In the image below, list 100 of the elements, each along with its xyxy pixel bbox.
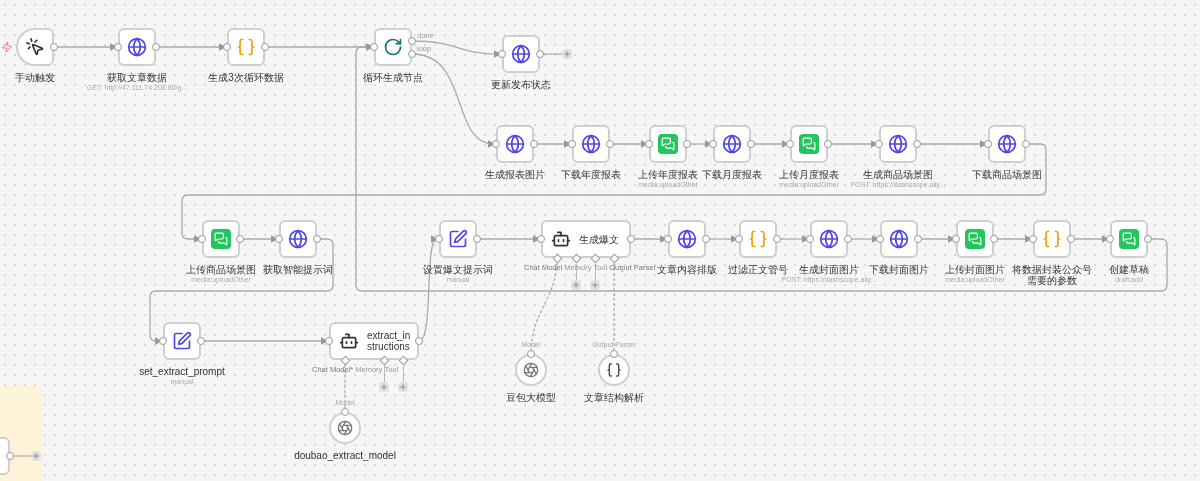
workflow-node[interactable] <box>880 220 918 258</box>
connection-handle[interactable] <box>198 235 206 243</box>
workflow-node[interactable] <box>598 354 630 386</box>
workflow-node[interactable] <box>279 220 317 258</box>
connection-handle[interactable] <box>875 140 883 148</box>
node-title: 生成爆文 <box>579 233 620 245</box>
connection-handle[interactable] <box>735 235 743 243</box>
connection-handle[interactable] <box>159 337 167 345</box>
connection-handle[interactable] <box>527 350 535 358</box>
connection-handle[interactable] <box>664 235 672 243</box>
workflow-node[interactable] <box>988 125 1026 163</box>
workflow-node[interactable] <box>790 125 828 163</box>
workflow-node[interactable] <box>502 35 540 73</box>
globe-icon <box>819 229 839 249</box>
node-title: 生成封面图片 <box>799 264 859 275</box>
pen-square-icon <box>172 331 192 351</box>
workflow-node[interactable] <box>810 220 848 258</box>
workflow-node[interactable] <box>374 28 412 66</box>
add-button[interactable] <box>379 382 389 392</box>
connection-handle[interactable] <box>747 140 755 148</box>
connection-handle[interactable] <box>415 337 423 345</box>
node-title: 上传年度报表 <box>638 169 698 180</box>
connection-handle[interactable] <box>341 408 349 416</box>
add-button[interactable] <box>31 451 41 461</box>
connection-handle[interactable] <box>473 235 481 243</box>
connection-handle[interactable] <box>1029 235 1037 243</box>
connection-handle[interactable] <box>709 140 717 148</box>
connection-handle[interactable] <box>6 452 14 460</box>
connection-handle[interactable] <box>627 235 635 243</box>
connection-handle[interactable] <box>435 235 443 243</box>
workflow-node[interactable] <box>649 125 687 163</box>
connection-handle[interactable] <box>492 140 500 148</box>
connection-handle[interactable] <box>702 235 710 243</box>
add-button[interactable] <box>562 49 572 59</box>
add-button[interactable] <box>590 280 600 290</box>
connection-handle[interactable] <box>537 235 545 243</box>
node-title: 下载月度报表 <box>702 169 762 180</box>
connection-handle[interactable] <box>824 140 832 148</box>
connection-handle[interactable] <box>645 140 653 148</box>
connection-handle[interactable] <box>152 43 160 51</box>
connection-handle[interactable] <box>498 50 506 58</box>
connection-handle[interactable] <box>1067 235 1075 243</box>
workflow-node[interactable] <box>118 28 156 66</box>
connection-handle[interactable] <box>610 350 618 358</box>
cursor-click-icon <box>25 37 45 57</box>
connection-handle[interactable] <box>275 235 283 243</box>
connection-handle[interactable] <box>876 235 884 243</box>
connection-handle[interactable] <box>1022 140 1030 148</box>
node-title: 下载封面图片 <box>869 264 929 275</box>
workflow-node[interactable]: 生成爆文 <box>541 220 631 258</box>
connection-handle[interactable] <box>913 140 921 148</box>
workflow-node[interactable] <box>1110 220 1148 258</box>
workflow-node[interactable] <box>515 354 547 386</box>
connection-handle[interactable] <box>536 50 544 58</box>
node-title: doubao_extract_model <box>294 450 396 461</box>
connection-handle[interactable] <box>197 337 205 345</box>
connection-handle[interactable] <box>261 43 269 51</box>
workflow-node[interactable] <box>1033 220 1071 258</box>
connection-handle[interactable] <box>568 140 576 148</box>
workflow-node[interactable] <box>956 220 994 258</box>
workflow-node[interactable] <box>496 125 534 163</box>
connection-handle[interactable] <box>683 140 691 148</box>
globe-icon <box>677 229 697 249</box>
connection-handle[interactable] <box>313 235 321 243</box>
connection-handle[interactable] <box>1144 235 1152 243</box>
connection-handle[interactable] <box>236 235 244 243</box>
workflow-node[interactable] <box>668 220 706 258</box>
connection-handle[interactable] <box>1106 235 1114 243</box>
chat-bubbles-icon <box>1119 229 1139 249</box>
connection-handle[interactable] <box>50 43 58 51</box>
connection-handle[interactable] <box>370 43 378 51</box>
workflow-node[interactable] <box>16 28 54 66</box>
connection-handle[interactable] <box>952 235 960 243</box>
chat-bubbles-icon <box>658 134 678 154</box>
workflow-node[interactable] <box>572 125 610 163</box>
node-title: 更新发布状态 <box>491 79 551 90</box>
connection-handle[interactable] <box>530 140 538 148</box>
connection-handle[interactable] <box>914 235 922 243</box>
add-button[interactable] <box>571 280 581 290</box>
workflow-node[interactable] <box>879 125 917 163</box>
connection-handle[interactable] <box>114 43 122 51</box>
add-button[interactable] <box>398 382 408 392</box>
workflow-node[interactable] <box>202 220 240 258</box>
workflow-node[interactable] <box>227 28 265 66</box>
connection-handle[interactable] <box>990 235 998 243</box>
connection-handle[interactable] <box>223 43 231 51</box>
connection-handle[interactable] <box>984 140 992 148</box>
workflow-node[interactable] <box>713 125 751 163</box>
workflow-node[interactable]: extract_instructions <box>329 322 419 360</box>
workflow-node[interactable] <box>739 220 777 258</box>
workflow-node[interactable] <box>329 412 361 444</box>
connection-handle[interactable] <box>325 337 333 345</box>
port-handle[interactable] <box>340 355 350 365</box>
connection-handle[interactable] <box>806 235 814 243</box>
connection-handle[interactable] <box>773 235 781 243</box>
connection-handle[interactable] <box>606 140 614 148</box>
connection-handle[interactable] <box>844 235 852 243</box>
workflow-node[interactable] <box>439 220 477 258</box>
connection-handle[interactable] <box>786 140 794 148</box>
workflow-node[interactable] <box>163 322 201 360</box>
